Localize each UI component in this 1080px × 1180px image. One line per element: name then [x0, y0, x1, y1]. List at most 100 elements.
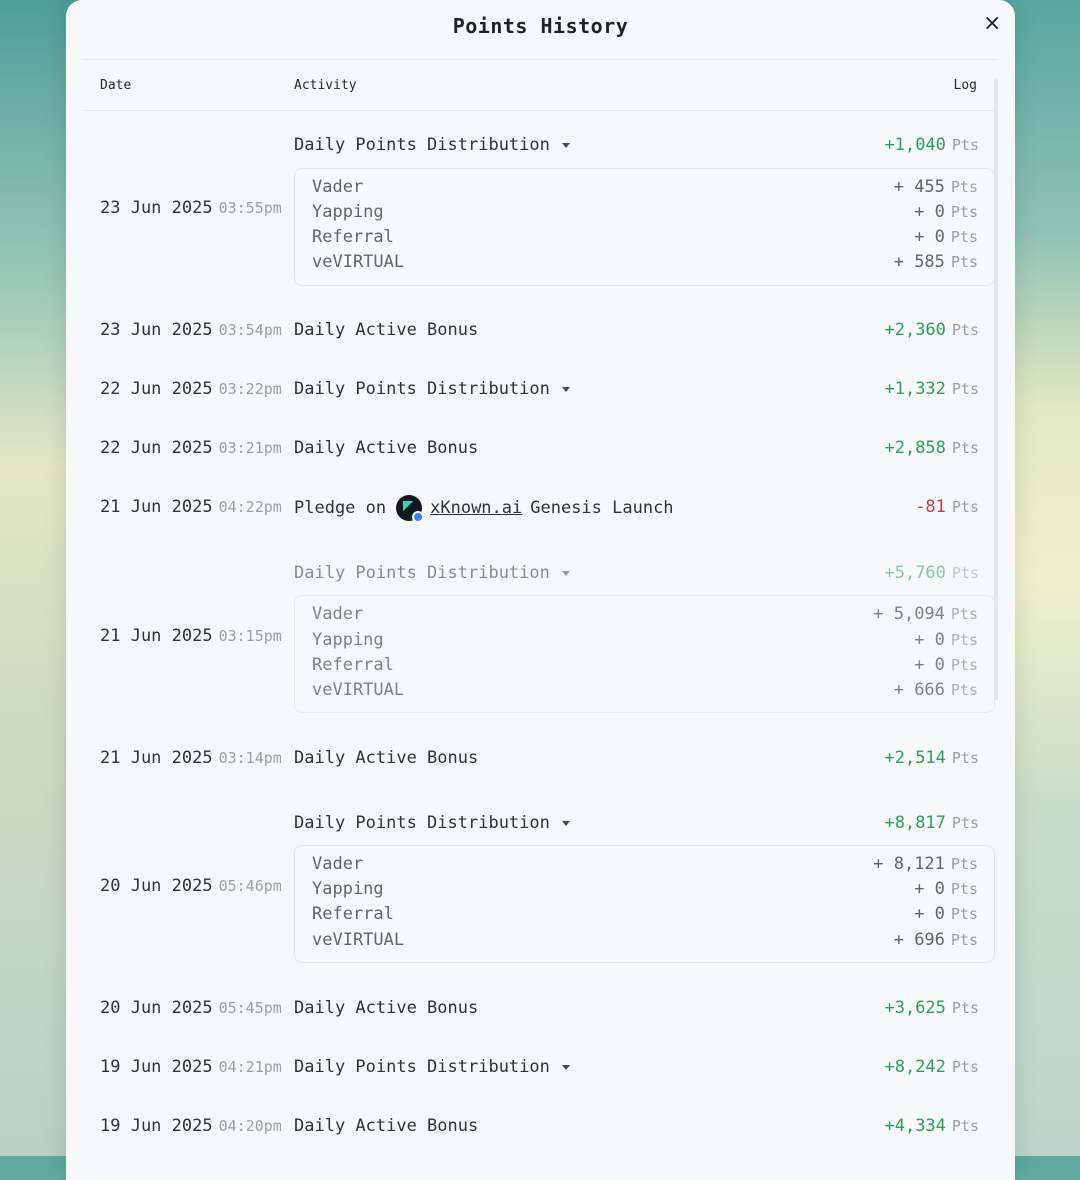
date-text: 20 Jun 2025: [100, 876, 213, 896]
amount-value: +2,360: [884, 320, 946, 340]
breakdown-amount: + 0 Pts: [914, 227, 978, 247]
table-row: 20 Jun 2025 05:45pm Daily Active Bonus +3…: [84, 998, 995, 1024]
row-date: 22 Jun 2025 03:22pm: [100, 379, 282, 399]
breakdown-value: + 0: [914, 904, 945, 924]
row-date: 23 Jun 2025 03:54pm: [100, 320, 282, 340]
row-date: 21 Jun 2025 03:15pm: [100, 626, 282, 646]
table-row: 19 Jun 2025 04:21pm Daily Points Distribu…: [84, 1057, 995, 1083]
date-text: 21 Jun 2025: [100, 497, 213, 517]
breakdown-value: + 585: [893, 252, 945, 272]
unit-label: Pts: [951, 321, 979, 339]
breakdown-item: veVIRTUAL + 585 Pts: [312, 252, 978, 276]
chevron-down-icon: [561, 1064, 570, 1070]
breakdown-item: Yapping + 0 Pts: [312, 202, 978, 226]
time-text: 03:55pm: [218, 199, 282, 217]
table-row: 23 Jun 2025 03:55pm Daily Points Distribu…: [84, 120, 995, 290]
time-text: 03:22pm: [218, 380, 282, 398]
activity-toggle[interactable]: Daily Points Distribution: [294, 813, 570, 833]
breakdown-item: Referral + 0 Pts: [312, 227, 978, 251]
column-header-date: Date: [100, 78, 132, 93]
amount-value: +8,817: [884, 813, 946, 833]
points-amount: +8,242 Pts: [884, 1057, 979, 1077]
breakdown-panel: Vader + 5,094 Pts Yapping + 0 Pts Referral + …: [294, 595, 995, 713]
close-icon[interactable]: ×: [983, 13, 1001, 35]
chevron-down-icon: [561, 386, 570, 392]
activity-label: Daily Active Bonus: [294, 438, 479, 458]
unit-label: Pts: [950, 605, 978, 623]
unit-label: Pts: [951, 814, 979, 832]
unit-label: Pts: [950, 931, 978, 949]
time-text: 03:54pm: [218, 321, 282, 339]
points-amount: +3,625 Pts: [884, 998, 979, 1018]
breakdown-amount: + 0 Pts: [914, 630, 978, 650]
modal-title: Points History: [452, 14, 629, 38]
unit-label: Pts: [951, 380, 979, 398]
activity-toggle[interactable]: Daily Points Distribution: [294, 379, 570, 399]
breakdown-item: Yapping + 0 Pts: [312, 879, 978, 903]
date-text: 23 Jun 2025: [100, 198, 213, 218]
table-row: 21 Jun 2025 03:15pm Daily Points Distribu…: [84, 548, 995, 718]
chevron-down-icon: [561, 142, 570, 148]
activity-label: Daily Active Bonus: [294, 998, 479, 1018]
breakdown-item: veVIRTUAL + 696 Pts: [312, 930, 978, 954]
activity-label: Daily Points Distribution: [294, 1057, 550, 1077]
amount-value: -81: [915, 497, 946, 517]
breakdown-item: Vader + 8,121 Pts: [312, 854, 978, 878]
unit-label: Pts: [950, 178, 978, 196]
row-date: 19 Jun 2025 04:21pm: [100, 1057, 282, 1077]
breakdown-label: veVIRTUAL: [312, 930, 405, 950]
points-amount: +1,332 Pts: [884, 379, 979, 399]
xknown-logo-icon: [396, 495, 425, 523]
date-text: 23 Jun 2025: [100, 320, 213, 340]
time-text: 03:14pm: [218, 749, 282, 767]
breakdown-panel: Vader + 8,121 Pts Yapping + 0 Pts Referral + …: [294, 845, 995, 963]
date-text: 22 Jun 2025: [100, 379, 213, 399]
table-header: Date Activity Log: [84, 60, 997, 111]
breakdown-amount: + 0 Pts: [914, 655, 978, 675]
column-header-log: Log: [953, 78, 977, 93]
breakdown-label: Referral: [312, 227, 394, 247]
unit-label: Pts: [950, 253, 978, 271]
breakdown-amount: + 8,121 Pts: [873, 854, 978, 874]
breakdown-label: Vader: [312, 604, 364, 624]
unit-label: Pts: [950, 905, 978, 923]
date-text: 22 Jun 2025: [100, 438, 213, 458]
breakdown-amount: + 0 Pts: [914, 904, 978, 924]
breakdown-label: veVIRTUAL: [312, 252, 405, 272]
unit-label: Pts: [951, 564, 979, 582]
time-text: 03:15pm: [218, 627, 282, 645]
date-text: 21 Jun 2025: [100, 626, 213, 646]
row-date: 20 Jun 2025 05:46pm: [100, 876, 282, 896]
pledge-activity: Pledge on xKnown.ai Genesis Launch: [294, 495, 674, 523]
breakdown-amount: + 666 Pts: [894, 680, 978, 700]
breakdown-value: + 696: [893, 930, 945, 950]
points-amount: +2,514 Pts: [884, 748, 979, 768]
breakdown-amount: + 0 Pts: [914, 879, 978, 899]
activity-toggle[interactable]: Daily Points Distribution: [294, 563, 570, 583]
unit-label: Pts: [951, 1058, 979, 1076]
date-text: 20 Jun 2025: [100, 998, 213, 1018]
activity-label: Daily Points Distribution: [294, 813, 550, 833]
activity-label: Daily Points Distribution: [294, 135, 550, 155]
row-date: 23 Jun 2025 03:55pm: [100, 198, 282, 218]
unit-label: Pts: [950, 656, 978, 674]
breakdown-amount: + 455 Pts: [894, 177, 978, 197]
amount-value: +2,858: [884, 438, 946, 458]
project-link[interactable]: xKnown.ai: [430, 498, 522, 518]
breakdown-item: veVIRTUAL + 666 Pts: [312, 680, 978, 704]
breakdown-value: + 0: [914, 227, 945, 247]
date-text: 21 Jun 2025: [100, 748, 213, 768]
breakdown-value: + 5,094: [873, 604, 945, 624]
points-history-modal: Points History × Date Activity Log 23 Ju…: [66, 0, 1015, 1180]
breakdown-label: Yapping: [312, 202, 384, 222]
amount-value: +3,625: [884, 998, 946, 1018]
activity-toggle[interactable]: Daily Points Distribution: [294, 135, 570, 155]
unit-label: Pts: [950, 855, 978, 873]
table-row: 21 Jun 2025 03:14pm Daily Active Bonus +2…: [84, 748, 995, 774]
unit-label: Pts: [950, 681, 978, 699]
activity-toggle[interactable]: Daily Points Distribution: [294, 1057, 570, 1077]
breakdown-label: Yapping: [312, 630, 384, 650]
table-row: 19 Jun 2025 04:20pm Daily Active Bonus +4…: [84, 1116, 995, 1142]
chevron-down-icon: [561, 570, 570, 576]
unit-label: Pts: [951, 439, 979, 457]
